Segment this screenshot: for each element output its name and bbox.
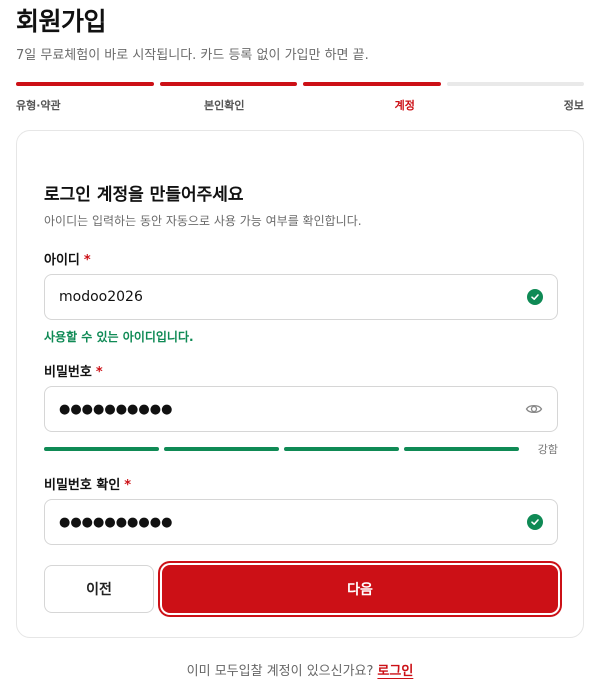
password-field-box xyxy=(44,386,558,432)
step-label: 본인확인 xyxy=(204,99,245,112)
password-confirm-field-box xyxy=(44,499,558,545)
required-mark: * xyxy=(83,253,91,268)
id-input[interactable] xyxy=(59,289,527,305)
page-subtitle: 7일 무료체험이 바로 시작됩니다. 카드 등록 없이 가입만 하면 끝. xyxy=(16,48,369,63)
strength-segment xyxy=(284,447,399,451)
footer-text: 이미 모두입찰 계정이 있으신가요? xyxy=(186,664,374,679)
id-available-message: 사용할 수 있는 아이디입니다. xyxy=(44,330,194,344)
id-label: 아이디 * xyxy=(44,249,91,268)
password-input[interactable] xyxy=(59,401,525,417)
step-terms: 유형·약관 xyxy=(16,82,154,113)
password-confirm-input[interactable] xyxy=(59,514,527,530)
password-confirm-label: 비밀번호 확인 * xyxy=(44,474,131,493)
step-bar xyxy=(159,82,297,86)
check-circle-icon xyxy=(527,514,543,530)
next-button[interactable]: 다음 xyxy=(162,565,558,613)
step-label-active: 계정 xyxy=(394,99,415,112)
progress-steps: 유형·약관 본인확인 계정 정보 xyxy=(16,82,584,113)
password-label-text: 비밀번호 xyxy=(44,365,92,380)
card-title: 로그인 계정을 만들어주세요 xyxy=(44,185,244,205)
login-link[interactable]: 로그인 xyxy=(377,664,413,679)
card-description: 아이디는 입력하는 동안 자동으로 사용 가능 여부를 확인합니다. xyxy=(44,214,362,228)
step-label: 유형·약관 xyxy=(16,99,61,112)
required-mark: * xyxy=(95,365,103,380)
step-bar xyxy=(16,82,154,86)
strength-segment xyxy=(44,447,159,451)
step-bar xyxy=(303,82,441,86)
strength-segment xyxy=(404,447,519,451)
step-account: 계정 xyxy=(303,82,441,113)
step-info: 정보 xyxy=(446,82,584,113)
strength-segment xyxy=(164,447,279,451)
check-circle-icon xyxy=(527,289,543,305)
footer-login-prompt: 이미 모두입찰 계정이 있으신가요? 로그인 xyxy=(0,660,600,679)
signup-card: 로그인 계정을 만들어주세요 아이디는 입력하는 동안 자동으로 사용 가능 여… xyxy=(16,130,584,638)
id-field-box xyxy=(44,274,558,320)
step-verify: 본인확인 xyxy=(159,82,297,113)
password-strength-meter: 강함 xyxy=(44,441,558,457)
password-label: 비밀번호 * xyxy=(44,361,103,380)
required-mark: * xyxy=(124,478,132,493)
id-label-text: 아이디 xyxy=(44,253,80,268)
strength-label: 강함 xyxy=(537,443,558,456)
password-confirm-label-text: 비밀번호 확인 xyxy=(44,478,121,493)
step-label: 정보 xyxy=(563,99,584,112)
page-title: 회원가입 xyxy=(16,7,107,36)
eye-icon[interactable] xyxy=(525,400,543,418)
prev-button[interactable]: 이전 xyxy=(44,565,154,613)
step-bar xyxy=(446,82,584,86)
